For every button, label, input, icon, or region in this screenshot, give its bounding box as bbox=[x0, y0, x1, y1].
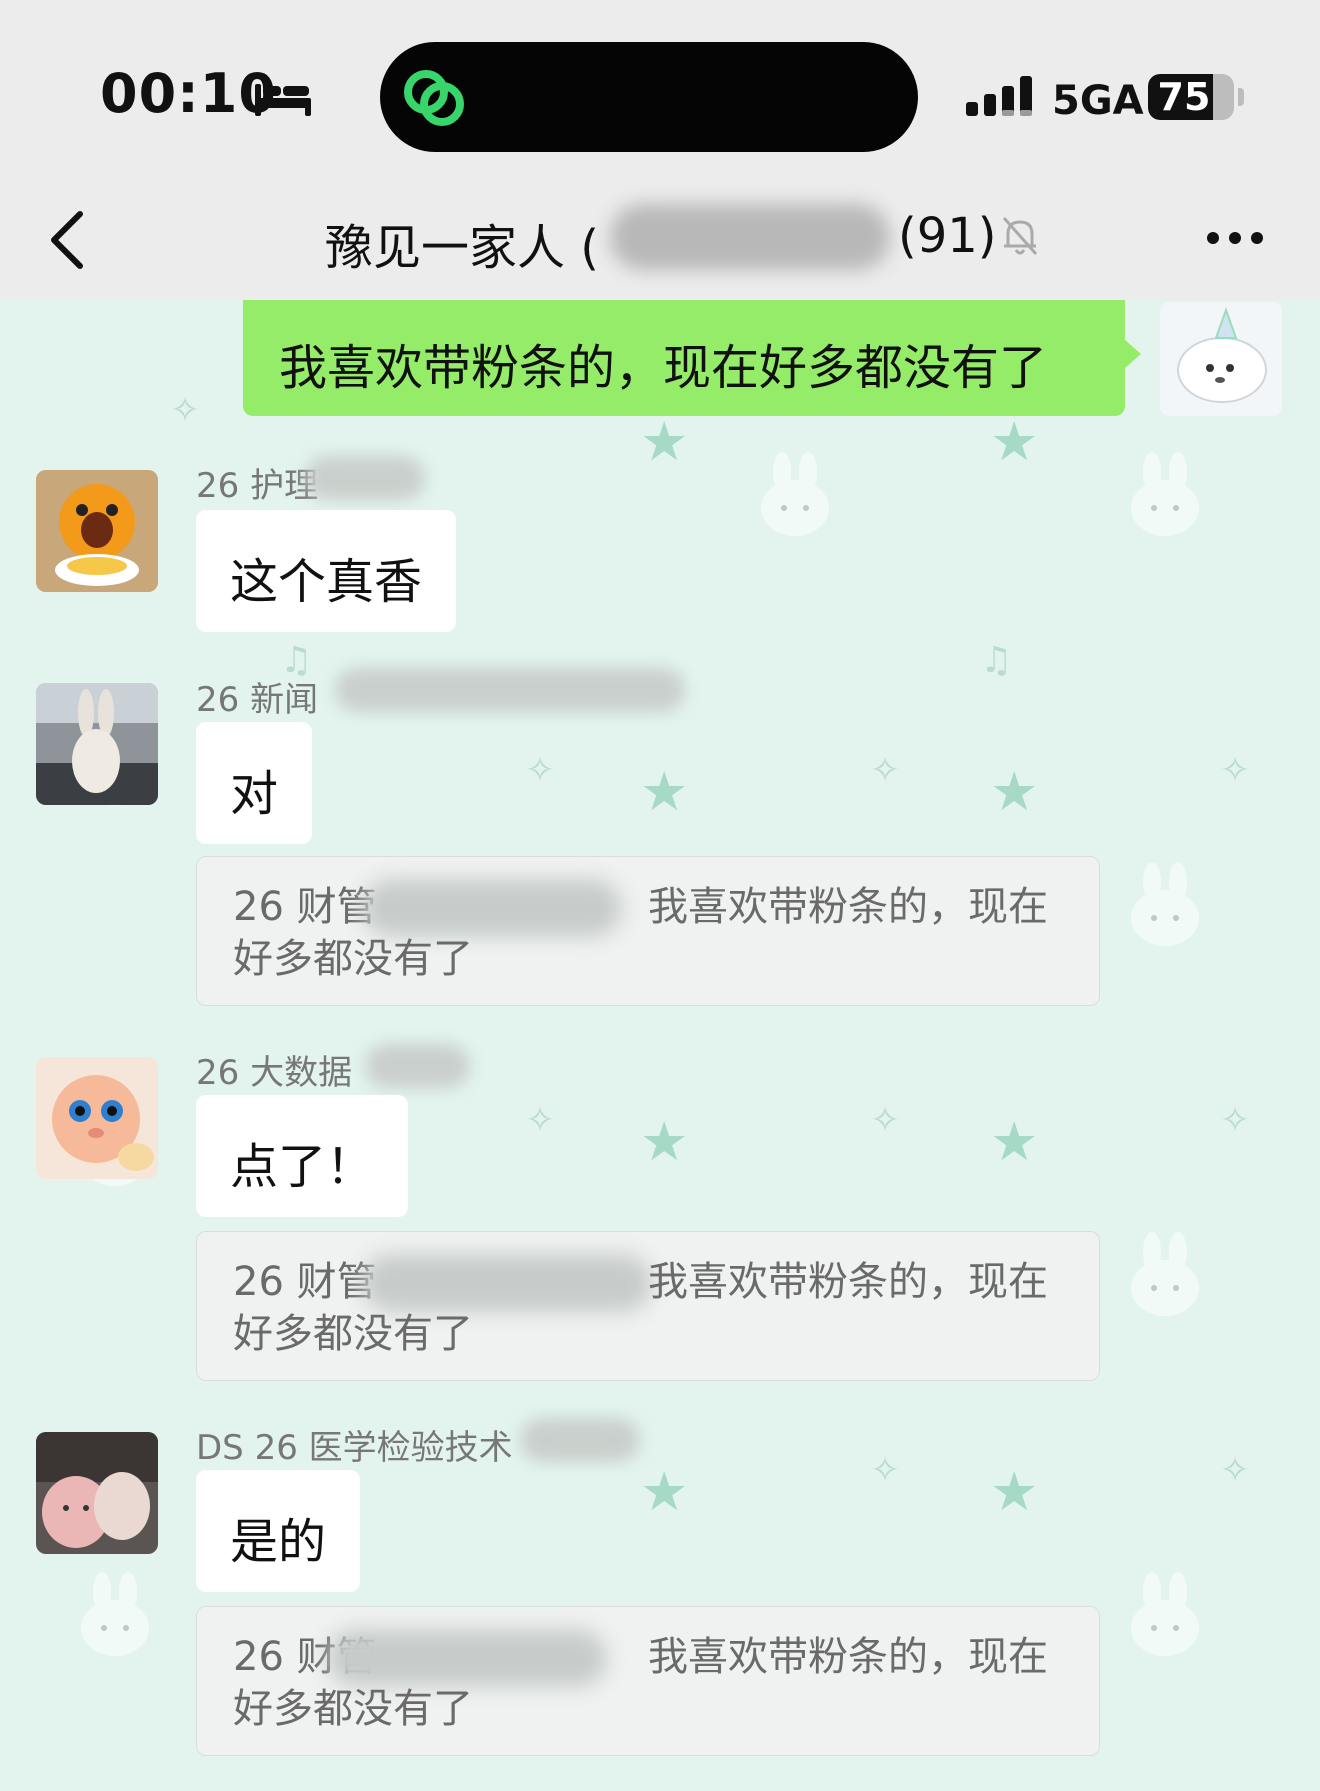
avatar[interactable] bbox=[36, 1057, 158, 1179]
bunny-decoration bbox=[1131, 862, 1199, 946]
outgoing-message-bubble[interactable]: 我喜欢带粉条的，现在好多都没有了 bbox=[243, 300, 1125, 416]
outgoing-bubble-tail bbox=[1125, 340, 1141, 368]
status-time: 00:10 bbox=[100, 62, 277, 125]
star-decoration: ★ bbox=[990, 760, 1039, 823]
redacted-quote-name bbox=[362, 879, 622, 937]
sender-name: 26 护理 bbox=[196, 466, 319, 506]
network-type: 5GA bbox=[1052, 78, 1144, 124]
more-icon[interactable] bbox=[1205, 230, 1265, 246]
quoted-message[interactable]: 26 财管 我喜欢带粉条的，现在 好多都没有了 bbox=[196, 1606, 1100, 1756]
avatar[interactable] bbox=[36, 1432, 158, 1554]
bunny-decoration bbox=[1131, 1232, 1199, 1316]
star-decoration: ★ bbox=[990, 1460, 1039, 1523]
redacted-name bbox=[365, 1044, 470, 1088]
star-decoration: ★ bbox=[640, 760, 689, 823]
battery-indicator: 75 bbox=[1148, 74, 1234, 120]
my-avatar[interactable] bbox=[1160, 302, 1282, 416]
bunny-decoration bbox=[81, 1572, 149, 1656]
app-logo-icon bbox=[404, 70, 464, 126]
back-icon[interactable] bbox=[46, 210, 86, 270]
message-bubble[interactable]: 这个真香 bbox=[196, 510, 457, 632]
quote-sender: 26 财管 bbox=[233, 884, 377, 930]
chat-header: 豫见一家人 ( (91) bbox=[0, 160, 1320, 300]
sparkle-decoration: ✧ bbox=[525, 750, 556, 791]
star-decoration: ★ bbox=[640, 410, 689, 473]
mute-bell-icon bbox=[1002, 217, 1038, 255]
bunny-decoration bbox=[1131, 452, 1199, 536]
redacted-title bbox=[610, 204, 890, 270]
battery-tip bbox=[1238, 88, 1244, 106]
quote-text-line2: 好多都没有了 bbox=[233, 1311, 473, 1357]
avatar[interactable] bbox=[36, 683, 158, 805]
sparkle-decoration: ✧ bbox=[525, 1100, 556, 1141]
sparkle-decoration: ✧ bbox=[870, 750, 901, 791]
bunny-decoration bbox=[1131, 1572, 1199, 1656]
sparkle-decoration: ✧ bbox=[1220, 1100, 1251, 1141]
message-bubble[interactable]: 对 bbox=[196, 722, 313, 844]
sender-name: DS 26 医学检验技术 bbox=[196, 1428, 513, 1468]
chat-title: 豫见一家人 ( bbox=[325, 220, 599, 276]
quoted-message[interactable]: 26 财管 我喜欢带粉条的，现在 好多都没有了 bbox=[196, 1231, 1100, 1381]
redacted-name bbox=[335, 668, 685, 712]
member-count: (91) bbox=[898, 208, 997, 264]
star-decoration: ★ bbox=[990, 1110, 1039, 1173]
avatar[interactable] bbox=[36, 470, 158, 592]
sender-name: 26 新闻 bbox=[196, 680, 319, 720]
signal-icon bbox=[966, 76, 1032, 116]
star-decoration: ★ bbox=[640, 1460, 689, 1523]
quote-sender: 26 财管 bbox=[233, 1259, 377, 1305]
tiger-avatar-image bbox=[36, 470, 158, 592]
redacted-name bbox=[305, 456, 425, 500]
quote-text-line2: 好多都没有了 bbox=[233, 936, 473, 982]
bunny-plush-avatar-image bbox=[36, 683, 158, 805]
bed-icon bbox=[255, 84, 311, 116]
sparkle-decoration: ✧ bbox=[1220, 1450, 1251, 1491]
redacted-quote-name bbox=[362, 1254, 652, 1312]
sparkle-decoration: ✧ bbox=[870, 1450, 901, 1491]
star-decoration: ★ bbox=[990, 410, 1039, 473]
message-bubble[interactable]: 是的 bbox=[196, 1470, 361, 1592]
sparkle-decoration: ✧ bbox=[170, 390, 201, 431]
puppy-avatar-image bbox=[1177, 307, 1267, 403]
quoted-message[interactable]: 26 财管 我喜欢带粉条的，现在 好多都没有了 bbox=[196, 856, 1100, 1006]
music-note-decoration: ♫ bbox=[980, 640, 1013, 681]
pink-plush-avatar-image bbox=[36, 1432, 158, 1554]
star-decoration: ★ bbox=[640, 1110, 689, 1173]
redacted-name bbox=[520, 1418, 640, 1462]
plush-fox-avatar-image bbox=[36, 1057, 158, 1179]
sparkle-decoration: ✧ bbox=[1220, 750, 1251, 791]
quote-text-line2: 好多都没有了 bbox=[233, 1686, 473, 1732]
sparkle-decoration: ✧ bbox=[870, 1100, 901, 1141]
battery-percent: 75 bbox=[1157, 75, 1211, 119]
redacted-quote-name bbox=[327, 1629, 607, 1687]
quote-text-line1: 我喜欢带粉条的，现在 bbox=[648, 1259, 1048, 1305]
quote-text-line1: 我喜欢带粉条的，现在 bbox=[648, 1634, 1048, 1680]
quote-text-line1: 我喜欢带粉条的，现在 bbox=[648, 884, 1048, 930]
bunny-decoration bbox=[761, 452, 829, 536]
message-bubble[interactable]: 点了！ bbox=[196, 1095, 409, 1217]
sender-name: 26 大数据 bbox=[196, 1053, 353, 1093]
